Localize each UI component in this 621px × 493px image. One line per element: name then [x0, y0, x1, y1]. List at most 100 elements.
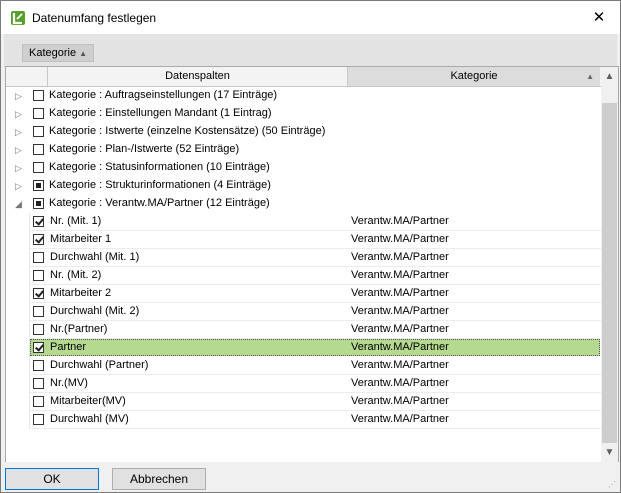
list-item[interactable]: Durchwahl (MV) Verantw.MA/Partner	[6, 411, 601, 429]
group-checkbox[interactable]	[33, 162, 44, 173]
item-checkbox[interactable]	[33, 360, 44, 371]
expand-icon[interactable]: ▷	[15, 126, 25, 138]
expand-icon[interactable]: ▷	[15, 144, 25, 156]
item-category: Verantw.MA/Partner	[351, 413, 449, 425]
list-item[interactable]: Nr.(MV) Verantw.MA/Partner	[6, 375, 601, 393]
expand-icon[interactable]: ▷	[15, 180, 25, 192]
group-label: Kategorie : Auftragseinstellungen (17 Ei…	[49, 89, 278, 101]
item-checkbox[interactable]	[33, 324, 44, 335]
group-label: Kategorie : Plan-/Istwerte (52 Einträge)	[49, 143, 240, 155]
list-item[interactable]: Mitarbeiter 1 Verantw.MA/Partner	[6, 231, 601, 249]
grid-header: Datenspalten Kategorie ▲	[6, 67, 601, 87]
expand-icon[interactable]: ▷	[15, 162, 25, 174]
row-indent	[6, 249, 30, 267]
close-button[interactable]: ✕	[584, 5, 614, 31]
item-category: Verantw.MA/Partner	[351, 341, 449, 353]
cancel-button[interactable]: Abbrechen	[112, 468, 206, 490]
item-label: Nr. (Mit. 2)	[50, 269, 102, 281]
column-header-kategorie[interactable]: Kategorie ▲	[348, 67, 600, 86]
item-label: Mitarbeiter(MV)	[50, 395, 126, 407]
row-indent	[6, 213, 30, 231]
item-category: Verantw.MA/Partner	[351, 359, 449, 371]
group-row[interactable]: ◢ Kategorie : Verantw.MA/Partner (12 Eint…	[6, 195, 601, 213]
list-item[interactable]: Durchwahl (Partner) Verantw.MA/Partner	[6, 357, 601, 375]
item-category: Verantw.MA/Partner	[351, 215, 449, 227]
group-row[interactable]: ▷ Kategorie : Statusinformationen (10 Ein…	[6, 159, 601, 177]
item-checkbox[interactable]	[33, 414, 44, 425]
group-checkbox[interactable]	[33, 198, 44, 209]
expand-icon[interactable]: ▷	[15, 90, 25, 102]
group-label: Kategorie : Einstellungen Mandant (1 Ein…	[49, 107, 272, 119]
collapse-icon[interactable]: ◢	[15, 198, 25, 210]
item-checkbox[interactable]	[33, 396, 44, 407]
group-checkbox[interactable]	[33, 144, 44, 155]
column-header-datenspalten[interactable]: Datenspalten	[48, 67, 348, 86]
item-label: Partner	[50, 341, 87, 353]
item-category: Verantw.MA/Partner	[351, 269, 449, 281]
window-title: Datenumfang festlegen	[32, 11, 157, 25]
list-item[interactable]: Nr. (Mit. 1) Verantw.MA/Partner	[6, 213, 601, 231]
item-checkbox[interactable]	[33, 216, 44, 227]
group-row[interactable]: ▷ Kategorie : Einstellungen Mandant (1 Ei…	[6, 105, 601, 123]
group-row[interactable]: ▷ Kategorie : Strukturinformationen (4 Ei…	[6, 177, 601, 195]
group-by-bar: Kategorie ▲	[4, 34, 617, 67]
sort-ascending-icon: ▲	[586, 72, 594, 81]
group-row[interactable]: ▷ Kategorie : Auftragseinstellungen (17 E…	[6, 87, 601, 105]
list-item[interactable]: Mitarbeiter 2 Verantw.MA/Partner	[6, 285, 601, 303]
app-logo-icon	[11, 11, 25, 25]
scrollbar-thumb[interactable]	[602, 103, 617, 443]
item-checkbox[interactable]	[33, 252, 44, 263]
group-checkbox[interactable]	[33, 90, 44, 101]
group-checkbox[interactable]	[33, 180, 44, 191]
item-label: Durchwahl (Partner)	[50, 359, 149, 371]
row-indent	[6, 303, 30, 321]
item-checkbox[interactable]	[33, 234, 44, 245]
row-indent	[6, 393, 30, 411]
title-bar: Datenumfang festlegen ✕	[1, 1, 620, 34]
row-indent	[6, 231, 30, 249]
resize-grip-icon[interactable]: ⋰	[608, 480, 618, 490]
scroll-up-icon[interactable]: ▲	[601, 68, 618, 85]
dialog-footer: OK Abbrechen ⋰	[1, 462, 620, 492]
item-label: Mitarbeiter 2	[50, 287, 112, 299]
group-label: Kategorie : Strukturinformationen (4 Ein…	[49, 179, 271, 191]
row-indent	[6, 339, 30, 357]
item-checkbox[interactable]	[33, 378, 44, 389]
scroll-down-icon[interactable]: ▼	[601, 444, 618, 461]
row-indent	[6, 357, 30, 375]
list-item[interactable]: Nr. (Mit. 2) Verantw.MA/Partner	[6, 267, 601, 285]
dialog-window: Datenumfang festlegen ✕ Kategorie ▲ Daten…	[0, 0, 621, 493]
close-icon: ✕	[592, 9, 606, 26]
list-item[interactable]: Partner Verantw.MA/Partner	[6, 339, 601, 357]
column-header-kategorie-label: Kategorie	[450, 70, 498, 82]
item-checkbox[interactable]	[33, 288, 44, 299]
group-row[interactable]: ▷ Kategorie : Istwerte (einzelne Kostensä…	[6, 123, 601, 141]
item-checkbox[interactable]	[33, 342, 44, 353]
group-by-chip-kategorie[interactable]: Kategorie ▲	[22, 44, 95, 62]
row-divider	[29, 428, 601, 429]
list-item[interactable]: Mitarbeiter(MV) Verantw.MA/Partner	[6, 393, 601, 411]
item-category: Verantw.MA/Partner	[351, 323, 449, 335]
group-checkbox[interactable]	[33, 126, 44, 137]
item-category: Verantw.MA/Partner	[351, 305, 449, 317]
group-label: Kategorie : Statusinformationen (10 Eint…	[49, 161, 270, 173]
group-checkbox[interactable]	[33, 108, 44, 119]
item-label: Nr. (Mit. 1)	[50, 215, 102, 227]
item-checkbox[interactable]	[33, 270, 44, 281]
expand-icon[interactable]: ▷	[15, 108, 25, 120]
item-label: Durchwahl (Mit. 2)	[50, 305, 140, 317]
list-item[interactable]: Nr.(Partner) Verantw.MA/Partner	[6, 321, 601, 339]
item-category: Verantw.MA/Partner	[351, 233, 449, 245]
header-indent-cell	[6, 67, 48, 86]
ok-button[interactable]: OK	[5, 468, 99, 490]
item-category: Verantw.MA/Partner	[351, 377, 449, 389]
row-indent	[6, 267, 30, 285]
list-item[interactable]: Durchwahl (Mit. 1) Verantw.MA/Partner	[6, 249, 601, 267]
list-item[interactable]: Durchwahl (Mit. 2) Verantw.MA/Partner	[6, 303, 601, 321]
item-label: Nr.(Partner)	[50, 323, 108, 335]
vertical-scrollbar[interactable]: ▲ ▼	[601, 67, 618, 462]
group-row[interactable]: ▷ Kategorie : Plan-/Istwerte (52 Einträge…	[6, 141, 601, 159]
item-category: Verantw.MA/Partner	[351, 395, 449, 407]
item-checkbox[interactable]	[33, 306, 44, 317]
item-category: Verantw.MA/Partner	[351, 287, 449, 299]
